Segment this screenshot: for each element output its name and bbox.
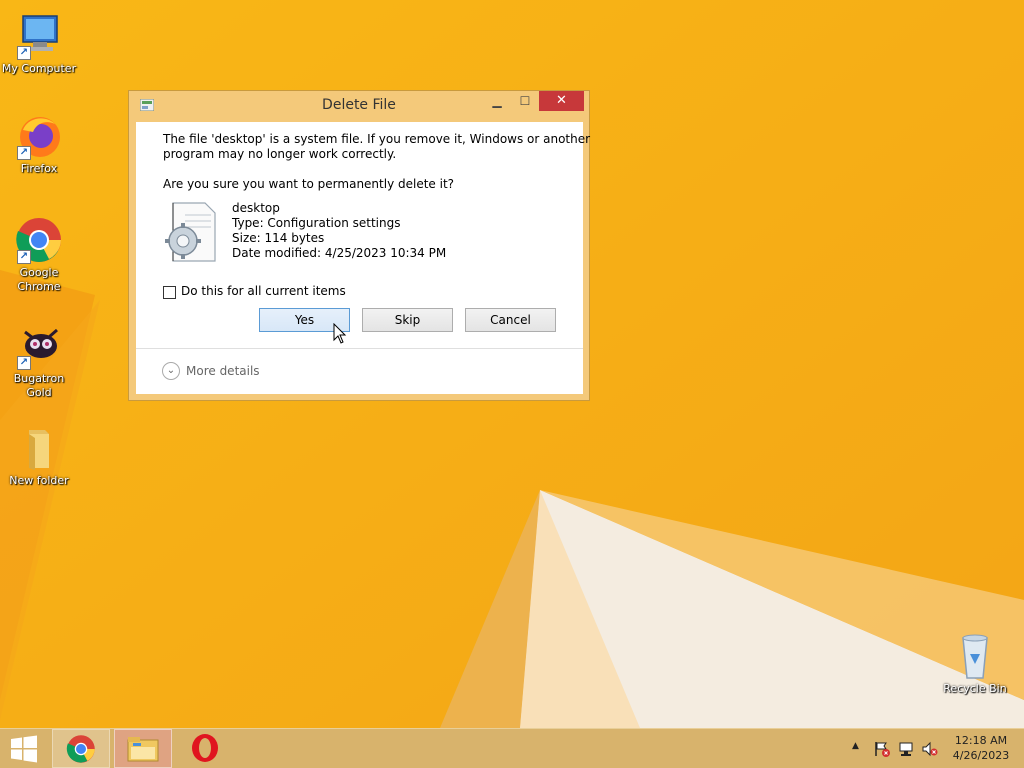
apply-to-all-checkbox[interactable] [163,286,176,299]
desktop-icon-new-folder[interactable]: New folder [0,424,78,488]
shortcut-arrow-icon: ↗ [17,250,31,264]
file-type: Type: Configuration settings [232,216,401,230]
more-details-label: More details [186,364,260,378]
maximize-button[interactable]: ☐ [512,91,538,111]
desktop-icon-label: Google Chrome [17,266,61,293]
apply-to-all-label[interactable]: Do this for all current items [181,284,346,299]
desktop-icon-bugatron-gold[interactable]: ↗ Bugatron Gold [0,322,78,400]
cancel-button[interactable]: Cancel [465,308,556,332]
file-name: desktop [232,201,280,215]
skip-button[interactable]: Skip [362,308,453,332]
start-button[interactable] [0,729,48,768]
shortcut-arrow-icon: ↗ [17,356,31,370]
taskbar: ▲ 12:18 AM 4/26/2023 [0,728,1024,768]
warning-text-line-1: The file 'desktop' is a system file. If … [163,132,591,146]
desktop-icon-label: Bugatron Gold [13,372,65,399]
recycle-bin-icon [951,632,999,680]
minimize-icon: ▁ [492,94,502,108]
taskbar-chrome[interactable] [52,729,110,768]
desktop-icon-label: Firefox [20,162,58,175]
confirmation-question: Are you sure you want to permanently del… [163,177,455,191]
folder-icon [15,424,63,472]
start-icon [11,735,37,763]
desktop-icon-my-computer[interactable]: ↗ My Computer [0,12,78,76]
volume-muted-icon[interactable] [922,741,938,757]
desktop-icon-label: New folder [9,474,69,487]
bugatron-icon: ↗ [15,322,63,370]
chrome-icon [66,735,95,763]
clock-time: 12:18 AM [954,734,1008,747]
action-center-flag-icon[interactable] [874,741,890,757]
dialog-content: The file 'desktop' is a system file. If … [136,122,590,394]
title-bar[interactable]: Delete File ▁ ☐ ✕ [129,91,589,121]
desktop-icon-recycle-bin[interactable]: Recycle Bin [936,632,1014,696]
desktop-icon-firefox[interactable]: ↗ Firefox [0,112,78,176]
taskbar-opera[interactable] [176,729,234,768]
chrome-icon: ↗ [15,216,63,264]
desktop-icon-label: Recycle Bin [943,682,1007,695]
warning-text-line-2: program may no longer work correctly. [163,147,397,161]
configuration-file-icon [165,202,216,262]
desktop-icon-label: My Computer [1,62,77,75]
close-button[interactable]: ✕ [539,91,584,111]
maximize-icon: ☐ [519,94,531,108]
desktop-icon-google-chrome[interactable]: ↗ Google Chrome [0,216,78,294]
clock-date: 4/26/2023 [952,749,1010,762]
shortcut-arrow-icon: ↗ [17,46,31,60]
chevron-down-icon: ⌄ [162,362,180,380]
file-explorer-icon [127,737,159,762]
close-icon: ✕ [556,93,567,108]
mouse-cursor-icon [333,323,347,344]
minimize-button[interactable]: ▁ [484,91,510,111]
show-hidden-icons-icon[interactable]: ▲ [852,741,862,757]
taskbar-file-explorer[interactable] [114,729,172,768]
system-clock[interactable]: 12:18 AM 4/26/2023 [944,733,1018,763]
network-icon[interactable] [898,741,914,757]
file-size: Size: 114 bytes [232,231,325,245]
dialog-separator [136,348,583,349]
shortcut-arrow-icon: ↗ [17,146,31,160]
computer-icon: ↗ [15,12,63,60]
opera-icon [192,734,218,762]
firefox-icon: ↗ [15,112,63,160]
file-date-modified: Date modified: 4/25/2023 10:34 PM [232,246,447,260]
delete-file-dialog: Delete File ▁ ☐ ✕ The file 'desktop' is … [128,90,590,401]
